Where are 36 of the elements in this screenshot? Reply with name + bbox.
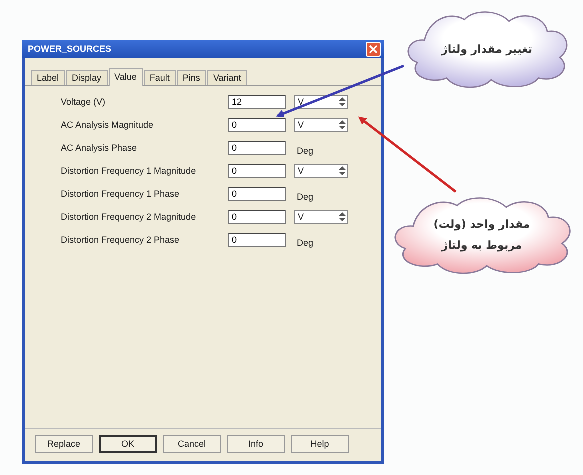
value-field[interactable]: 12 [228,95,286,109]
unit-spinner[interactable]: V [294,118,348,132]
close-icon[interactable] [366,42,381,56]
tab[interactable]: Value [108,68,143,86]
field-label: Voltage (V) [61,97,107,107]
tab[interactable]: Display [66,70,108,85]
tab[interactable]: Pins [176,70,206,85]
dialog-button[interactable]: OK [99,435,157,453]
field-label: AC Analysis Phase [61,143,138,153]
unit-label: Deg [296,145,314,156]
field-label: Distortion Frequency 1 Magnitude [61,166,198,176]
callout-text: تغییر مقدار ولتاژ [442,42,532,56]
unit-label: Deg [296,237,314,248]
field-label: Distortion Frequency 1 Phase [61,189,181,199]
unit-spinner[interactable]: V [294,210,348,224]
callout-text: مربوط به ولتاژ [442,239,522,252]
value-field[interactable]: 0 [228,118,286,132]
value-field[interactable]: 0 [228,210,286,224]
unit-spinner[interactable]: V [294,164,348,178]
tab[interactable]: Variant [207,70,248,85]
field-label: Distortion Frequency 2 Magnitude [61,212,198,222]
value-field[interactable]: 0 [228,141,286,155]
dialog-button[interactable]: Cancel [163,435,221,453]
dialog-button[interactable]: Info [227,435,285,453]
value-field[interactable]: 0 [228,187,286,201]
dialog-button[interactable]: Help [291,435,349,453]
value-field[interactable]: 0 [228,164,286,178]
field-label: Distortion Frequency 2 Phase [61,235,181,245]
tab[interactable]: Fault [144,70,176,85]
field-label: AC Analysis Magnitude [61,120,155,130]
value-field[interactable]: 0 [228,233,286,247]
dialog-button[interactable]: Replace [35,435,93,453]
unit-label: Deg [296,191,314,202]
callout-text: مقدار واحد (ولت) [434,218,530,231]
window-title: POWER_SOURCES [28,44,112,54]
tab[interactable]: Label [31,70,66,85]
